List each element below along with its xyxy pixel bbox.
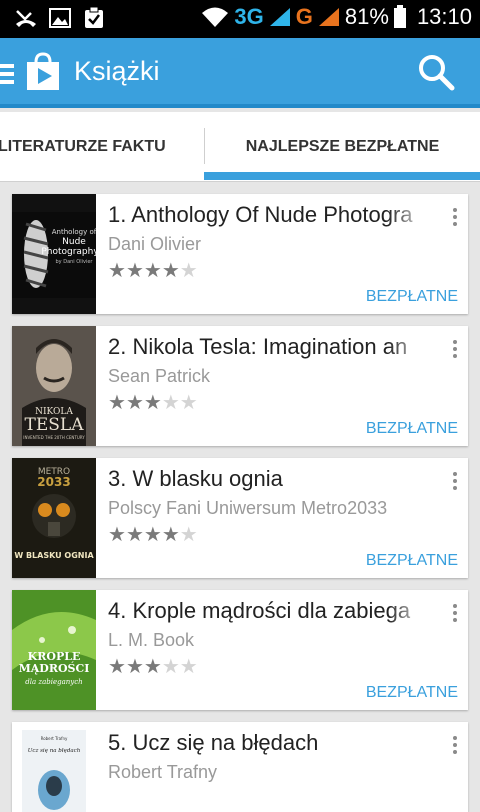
rating-stars: ★★★★★	[108, 390, 198, 414]
signal-3g-icon	[269, 8, 290, 26]
star-icon: ★	[179, 654, 198, 678]
app-title: Książki	[74, 56, 160, 86]
cover-text: Anthology of	[52, 228, 96, 236]
star-icon: ★	[179, 522, 198, 546]
clipboard-check-icon	[85, 6, 103, 28]
overflow-menu-icon[interactable]	[450, 604, 460, 628]
book-title: 3. W blasku ognia	[108, 466, 283, 491]
book-title: 2. Nikola Tesla: Imagination an	[108, 334, 408, 359]
book-author: L. M. Book	[108, 630, 195, 650]
star-icon: ★	[125, 654, 144, 678]
overflow-menu-icon[interactable]	[450, 736, 460, 760]
list-item[interactable]: NIKOLA TESLA INVENTED THE 20TH CENTURY 2…	[12, 326, 468, 446]
star-icon: ★	[108, 522, 126, 546]
book-cover: METRO 2033 W BLASKU OGNIA	[12, 458, 96, 578]
book-title: 1. Anthology Of Nude Photogra	[108, 202, 413, 227]
tab-label: LITERATURZE FAKTU	[0, 138, 166, 155]
star-icon: ★	[125, 390, 144, 414]
book-title: 4. Krople mądrości dla zabiega	[108, 598, 411, 623]
star-icon: ★	[161, 258, 180, 282]
star-icon: ★	[161, 390, 180, 414]
cover-text: Photography	[41, 247, 96, 257]
cover-text: INVENTED THE 20TH CENTURY	[23, 435, 85, 440]
search-icon[interactable]	[416, 52, 456, 92]
network-g-label: G	[295, 4, 313, 29]
list-item[interactable]: KROPLE MĄDROŚCI dla zabieganych 4. Kropl…	[12, 590, 468, 710]
star-icon: ★	[161, 654, 180, 678]
book-author: Polscy Fani Uniwersum Metro2033	[108, 498, 388, 518]
book-author: Dani Olivier	[108, 234, 202, 254]
cover-text: by Dani Olivier	[56, 259, 94, 265]
battery-percent: 81%	[344, 4, 389, 29]
star-icon: ★	[143, 654, 162, 678]
wifi-icon	[202, 7, 229, 27]
cover-text: W BLASKU OGNIA	[14, 551, 94, 560]
cover-text: Ucz się na błędach	[28, 748, 81, 754]
clock: 13:10	[416, 4, 472, 29]
tab-divider	[204, 128, 205, 164]
network-3g-label: 3G	[234, 4, 264, 29]
book-cover: Anthology of Nude Photography by Dani Ol…	[12, 194, 96, 314]
overflow-menu-icon[interactable]	[450, 208, 460, 232]
tab-selected-indicator	[204, 172, 480, 180]
cover-text: Nude	[62, 237, 86, 247]
price-label[interactable]: BEZPŁATNE	[366, 420, 458, 438]
star-icon: ★	[125, 522, 144, 546]
menu-icon[interactable]	[0, 64, 14, 84]
overflow-menu-icon[interactable]	[450, 472, 460, 496]
rating-stars: ★★★★★	[108, 522, 198, 546]
star-icon: ★	[161, 522, 180, 546]
battery-icon	[393, 5, 406, 28]
star-icon: ★	[179, 390, 198, 414]
star-icon: ★	[108, 258, 126, 282]
book-author: Sean Patrick	[108, 366, 211, 386]
play-books-logo-icon[interactable]	[24, 52, 62, 92]
status-bar: 3G G 81% 13:10	[0, 0, 480, 38]
cover-text: MĄDROŚCI	[19, 661, 90, 675]
star-icon: ★	[108, 654, 126, 678]
star-icon: ★	[125, 258, 144, 282]
book-title: 5. Ucz się na błędach	[108, 730, 319, 755]
cover-text: 2033	[37, 475, 70, 489]
price-label[interactable]: BEZPŁATNE	[366, 684, 458, 702]
cover-text: dla zabieganych	[25, 678, 82, 686]
app-bar: Książki	[0, 38, 480, 108]
star-icon: ★	[143, 390, 162, 414]
overflow-menu-icon[interactable]	[450, 340, 460, 364]
missed-call-icon	[16, 10, 36, 27]
cover-text: TESLA	[25, 415, 85, 435]
tab-label: NAJLEPSZE BEZPŁATNE	[245, 138, 440, 155]
cover-text: Robert Trafny	[41, 736, 68, 741]
image-icon	[49, 8, 71, 28]
signal-g-icon	[318, 8, 339, 26]
rating-stars: ★★★★★	[108, 654, 198, 678]
book-author: Robert Trafny	[108, 762, 218, 782]
star-icon: ★	[143, 522, 162, 546]
tab-literature-fact[interactable]: LITERATURZE FAKTU	[0, 112, 205, 182]
star-icon: ★	[143, 258, 162, 282]
list-item[interactable]: Robert Trafny Ucz się na błędach 5. Ucz …	[12, 722, 468, 812]
price-label[interactable]: BEZPŁATNE	[366, 288, 458, 306]
book-cover: NIKOLA TESLA INVENTED THE 20TH CENTURY	[12, 326, 96, 446]
price-label[interactable]: BEZPŁATNE	[366, 552, 458, 570]
star-icon: ★	[108, 390, 126, 414]
star-icon: ★	[179, 258, 198, 282]
list-item[interactable]: Anthology of Nude Photography by Dani Ol…	[12, 194, 468, 314]
list-item[interactable]: METRO 2033 W BLASKU OGNIA 3. W blasku og…	[12, 458, 468, 578]
book-cover: KROPLE MĄDROŚCI dla zabieganych	[12, 590, 96, 710]
rating-stars: ★★★★★	[108, 258, 198, 282]
